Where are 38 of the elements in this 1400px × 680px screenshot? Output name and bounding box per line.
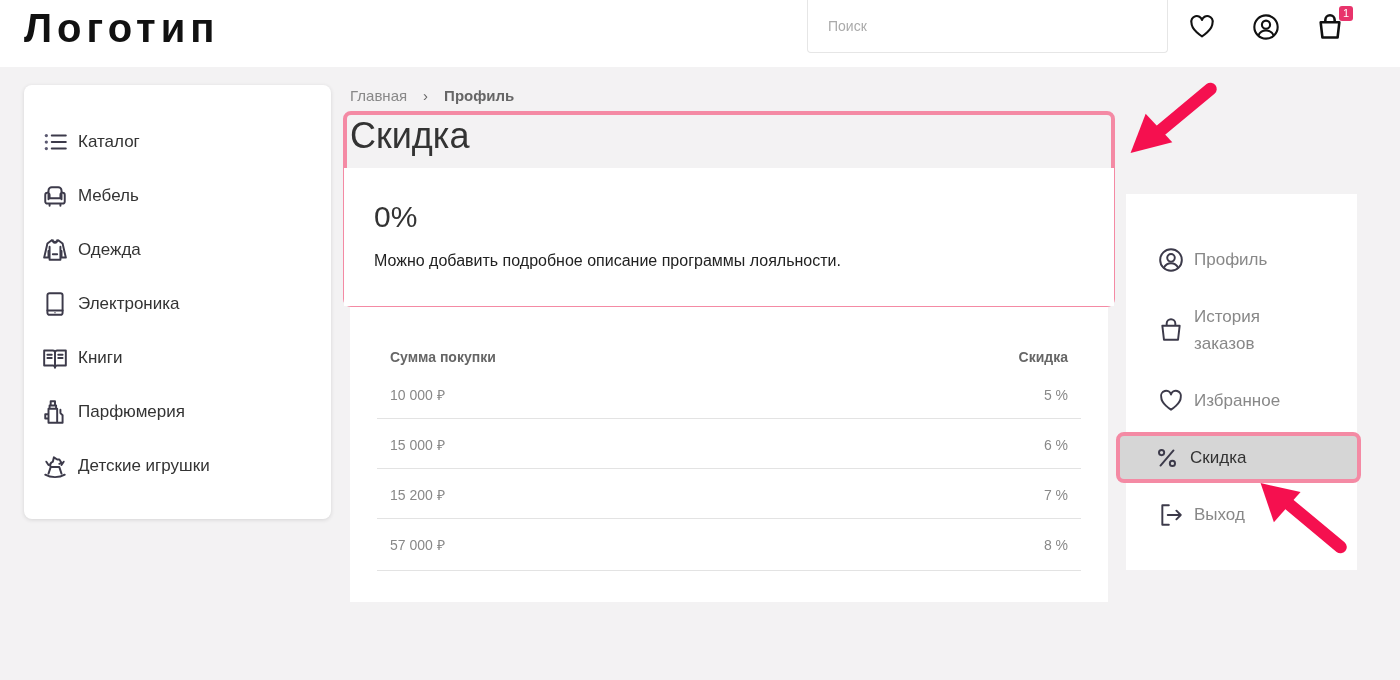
breadcrumb-separator: ›: [423, 86, 429, 104]
discount-value: 0%: [374, 200, 419, 234]
search-field[interactable]: Поиск: [807, 0, 1168, 53]
cart-icon[interactable]: [1316, 13, 1344, 41]
profile-icon[interactable]: [1252, 13, 1280, 41]
profile-menu-item[interactable]: История заказов: [1126, 291, 1357, 369]
hoodie-icon: [42, 237, 68, 263]
user-icon: [1158, 246, 1184, 273]
table-cell: 7 %: [824, 468, 1081, 519]
catalog-link[interactable]: Парфюмерия: [78, 402, 185, 422]
catalog-link[interactable]: Книги: [78, 348, 123, 368]
table-cell: 8 %: [824, 518, 1081, 571]
page-title: Скидка: [349, 115, 471, 158]
column-header: Сумма покупки: [389, 348, 497, 367]
rocking-horse-icon: [42, 453, 68, 479]
table-cell: 5 %: [824, 369, 1081, 419]
catalog-link[interactable]: Каталог: [78, 132, 140, 152]
table-cell: 57 000 ₽: [377, 518, 825, 571]
table-cell: 6 %: [824, 418, 1081, 469]
table-cell: 15 000 ₽: [377, 418, 825, 469]
logout-icon: [1158, 501, 1184, 528]
breadcrumb-current: Профиль: [444, 86, 515, 104]
discount-description: Можно добавить подробное описание программы лояльности.: [374, 252, 842, 270]
profile-menu-item[interactable]: Избранное: [1126, 375, 1357, 426]
profile-menu-item[interactable]: Выход: [1126, 489, 1357, 540]
catalog-link[interactable]: Электроника: [78, 294, 180, 314]
column-header: Скидка: [1017, 348, 1069, 367]
logo: Логотип: [24, 6, 220, 51]
cart-badge: 1: [1338, 6, 1353, 21]
armchair-icon: [42, 183, 68, 209]
catalog-link[interactable]: Детские игрушки: [78, 456, 210, 476]
profile-menu-item[interactable]: Скидка: [1116, 432, 1361, 483]
table-cell: 15 200 ₽: [377, 468, 825, 519]
catalog-link[interactable]: Одежда: [78, 240, 141, 260]
catalog-link[interactable]: Мебель: [78, 186, 139, 206]
table-cell: 10 000 ₽: [377, 369, 825, 419]
bag-icon: [1158, 317, 1184, 343]
profile-menu-item[interactable]: Профиль: [1126, 234, 1357, 285]
